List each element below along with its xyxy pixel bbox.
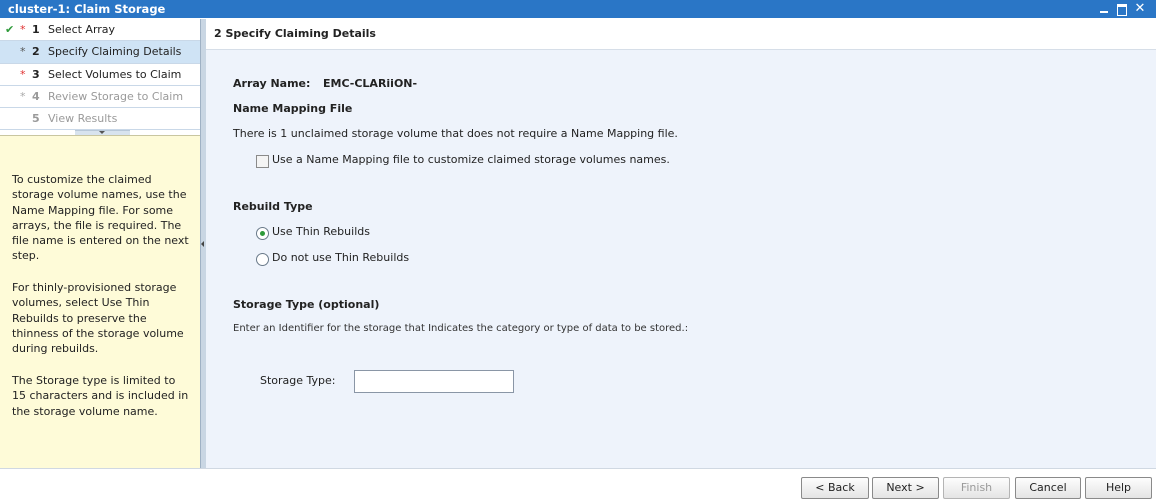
step-number: 2 bbox=[32, 45, 40, 58]
required-star-icon: * bbox=[20, 68, 26, 81]
step-view-results: 5 View Results bbox=[0, 108, 200, 130]
array-name-label: Array Name: bbox=[233, 77, 311, 90]
step-select-array[interactable]: ✔ * 1 Select Array bbox=[0, 19, 200, 41]
name-mapping-text: There is 1 unclaimed storage volume that… bbox=[233, 127, 678, 140]
storage-type-label: Storage Type: bbox=[260, 374, 336, 387]
step-specify-claiming-details[interactable]: * 2 Specify Claiming Details bbox=[0, 41, 200, 63]
cancel-button[interactable]: Cancel bbox=[1015, 477, 1081, 499]
step-number: 3 bbox=[32, 68, 40, 81]
step-review-storage: * 4 Review Storage to Claim bbox=[0, 86, 200, 108]
help-text: The Storage type is limited to 15 charac… bbox=[12, 374, 189, 418]
step-number: 5 bbox=[32, 112, 40, 125]
help-text: To customize the claimed storage volume … bbox=[12, 173, 189, 263]
storage-type-input[interactable] bbox=[354, 370, 514, 393]
step-label: Select Volumes to Claim bbox=[48, 68, 182, 81]
finish-button: Finish bbox=[943, 477, 1010, 499]
checkmark-icon: ✔ bbox=[5, 23, 15, 36]
step-label: Review Storage to Claim bbox=[48, 90, 184, 103]
page-title: 2 Specify Claiming Details bbox=[214, 27, 376, 40]
array-name-value: EMC-CLARiiON- bbox=[323, 77, 418, 90]
step-number: 1 bbox=[32, 23, 40, 36]
help-button[interactable]: Help bbox=[1085, 477, 1152, 499]
name-mapping-heading: Name Mapping File bbox=[233, 102, 353, 115]
chevron-down-icon bbox=[99, 131, 105, 134]
thin-rebuilds-label[interactable]: Use Thin Rebuilds bbox=[272, 225, 370, 238]
required-star-icon: * bbox=[20, 23, 26, 36]
step-select-volumes[interactable]: * 3 Select Volumes to Claim bbox=[0, 64, 200, 86]
help-panel: To customize the claimed storage volume … bbox=[0, 135, 200, 469]
content-header: 2 Specify Claiming Details bbox=[206, 19, 1156, 50]
help-text: For thinly-provisioned storage volumes, … bbox=[12, 281, 184, 356]
storage-type-hint: Enter an Identifier for the storage that… bbox=[233, 323, 689, 334]
wizard-footer: < Back Next > Finish Cancel Help bbox=[0, 468, 1156, 504]
close-icon[interactable]: ✕ bbox=[1134, 2, 1146, 15]
no-thin-rebuilds-radio[interactable] bbox=[256, 253, 269, 266]
name-mapping-checkbox-label[interactable]: Use a Name Mapping file to customize cla… bbox=[272, 153, 670, 166]
step-label: Specify Claiming Details bbox=[48, 45, 182, 58]
next-button[interactable]: Next > bbox=[872, 477, 939, 499]
name-mapping-checkbox[interactable] bbox=[256, 155, 269, 168]
main-content: 2 Specify Claiming Details Array Name: E… bbox=[206, 19, 1156, 468]
title-bar: cluster-1: Claim Storage ✕ bbox=[0, 0, 1156, 18]
step-number: 4 bbox=[32, 90, 40, 103]
rebuild-type-heading: Rebuild Type bbox=[233, 200, 313, 213]
step-label: View Results bbox=[48, 112, 118, 125]
chevron-left-icon bbox=[201, 241, 204, 247]
no-thin-rebuilds-label[interactable]: Do not use Thin Rebuilds bbox=[272, 251, 409, 264]
step-label: Select Array bbox=[48, 23, 116, 36]
window-controls: ✕ bbox=[1098, 0, 1146, 18]
thin-rebuilds-radio[interactable] bbox=[256, 227, 269, 240]
window-title: cluster-1: Claim Storage bbox=[8, 2, 166, 16]
maximize-icon[interactable] bbox=[1116, 3, 1128, 16]
required-star-icon: * bbox=[20, 90, 26, 103]
storage-type-heading: Storage Type (optional) bbox=[233, 298, 380, 311]
back-button[interactable]: < Back bbox=[801, 477, 869, 499]
required-star-icon: * bbox=[20, 45, 26, 58]
wizard-steps: ✔ * 1 Select Array * 2 Specify Claiming … bbox=[0, 19, 200, 134]
minimize-icon[interactable] bbox=[1098, 3, 1110, 15]
